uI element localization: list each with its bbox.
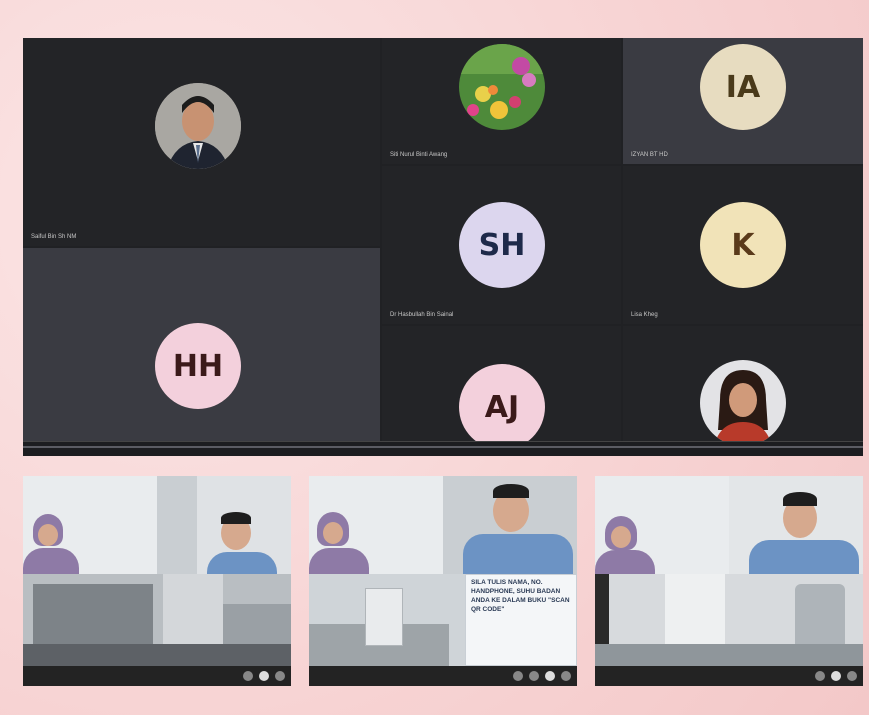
participant-dot-icon[interactable] xyxy=(513,671,523,681)
lab-room-view xyxy=(23,574,291,666)
participant-tile-3[interactable]: IA IZYAN BT HD xyxy=(623,38,863,164)
participant-name: Saiful Bin Sh NM xyxy=(31,234,77,240)
lab-room-view xyxy=(595,574,863,666)
participant-dot-icon[interactable] xyxy=(815,671,825,681)
participant-video-woman xyxy=(309,476,443,574)
lab-video-thumbnail-3[interactable] xyxy=(595,476,863,686)
participant-tile-5[interactable]: K Lisa Kheg xyxy=(623,166,863,324)
participant-video-man xyxy=(157,476,291,574)
participant-name: Dr Hasbullah Bin Sainal xyxy=(390,312,454,318)
participant-flower-avatar xyxy=(459,44,545,130)
participant-dot-icon[interactable] xyxy=(529,671,539,681)
lab-video-thumbnail-1[interactable] xyxy=(23,476,291,686)
participant-tile-1[interactable]: Saiful Bin Sh NM xyxy=(23,38,380,246)
participant-video-man xyxy=(729,476,863,574)
record-dot-icon[interactable] xyxy=(259,671,269,681)
participant-photo-avatar xyxy=(155,83,241,169)
participant-dot-icon[interactable] xyxy=(243,671,253,681)
participant-initials-avatar: HH xyxy=(155,323,241,409)
participant-name: IZYAN BT HD xyxy=(631,152,668,158)
participant-video-woman xyxy=(595,476,729,574)
participant-tile-2[interactable]: Siti Nurul Binti Awang xyxy=(382,38,621,164)
video-meeting-grid: Saiful Bin Sh NM HH Siti Nurul Binti Awa… xyxy=(23,38,863,456)
participant-initials-avatar: K xyxy=(700,202,786,288)
participant-tile-7[interactable]: AJ xyxy=(382,326,621,456)
participant-tile-8[interactable] xyxy=(623,326,863,456)
participant-video-man xyxy=(443,476,577,574)
meeting-progress-line xyxy=(23,446,863,448)
meeting-control-bar xyxy=(23,441,863,456)
participant-photo-avatar xyxy=(700,360,786,446)
video-toolbar xyxy=(309,666,577,686)
video-toolbar xyxy=(595,666,863,686)
participant-dot-icon[interactable] xyxy=(275,671,285,681)
covid-sign: SILA TULIS NAMA, NO. HANDPHONE, SUHU BAD… xyxy=(465,574,577,666)
participant-dot-icon[interactable] xyxy=(847,671,857,681)
lab-room-view: SILA TULIS NAMA, NO. HANDPHONE, SUHU BAD… xyxy=(309,574,577,666)
record-dot-icon[interactable] xyxy=(545,671,555,681)
participant-tile-4[interactable]: SH Dr Hasbullah Bin Sainal xyxy=(382,166,621,324)
lab-video-thumbnail-2[interactable]: SILA TULIS NAMA, NO. HANDPHONE, SUHU BAD… xyxy=(309,476,577,686)
participant-dot-icon[interactable] xyxy=(561,671,571,681)
participant-name: Siti Nurul Binti Awang xyxy=(390,152,448,158)
record-dot-icon[interactable] xyxy=(831,671,841,681)
participant-video-woman xyxy=(23,476,157,574)
participant-tile-6[interactable]: HH xyxy=(23,248,380,456)
participant-name: Lisa Kheg xyxy=(631,312,658,318)
video-toolbar xyxy=(23,666,291,686)
participant-initials-avatar: AJ xyxy=(459,364,545,450)
participant-initials-avatar: IA xyxy=(700,44,786,130)
participant-initials-avatar: SH xyxy=(459,202,545,288)
